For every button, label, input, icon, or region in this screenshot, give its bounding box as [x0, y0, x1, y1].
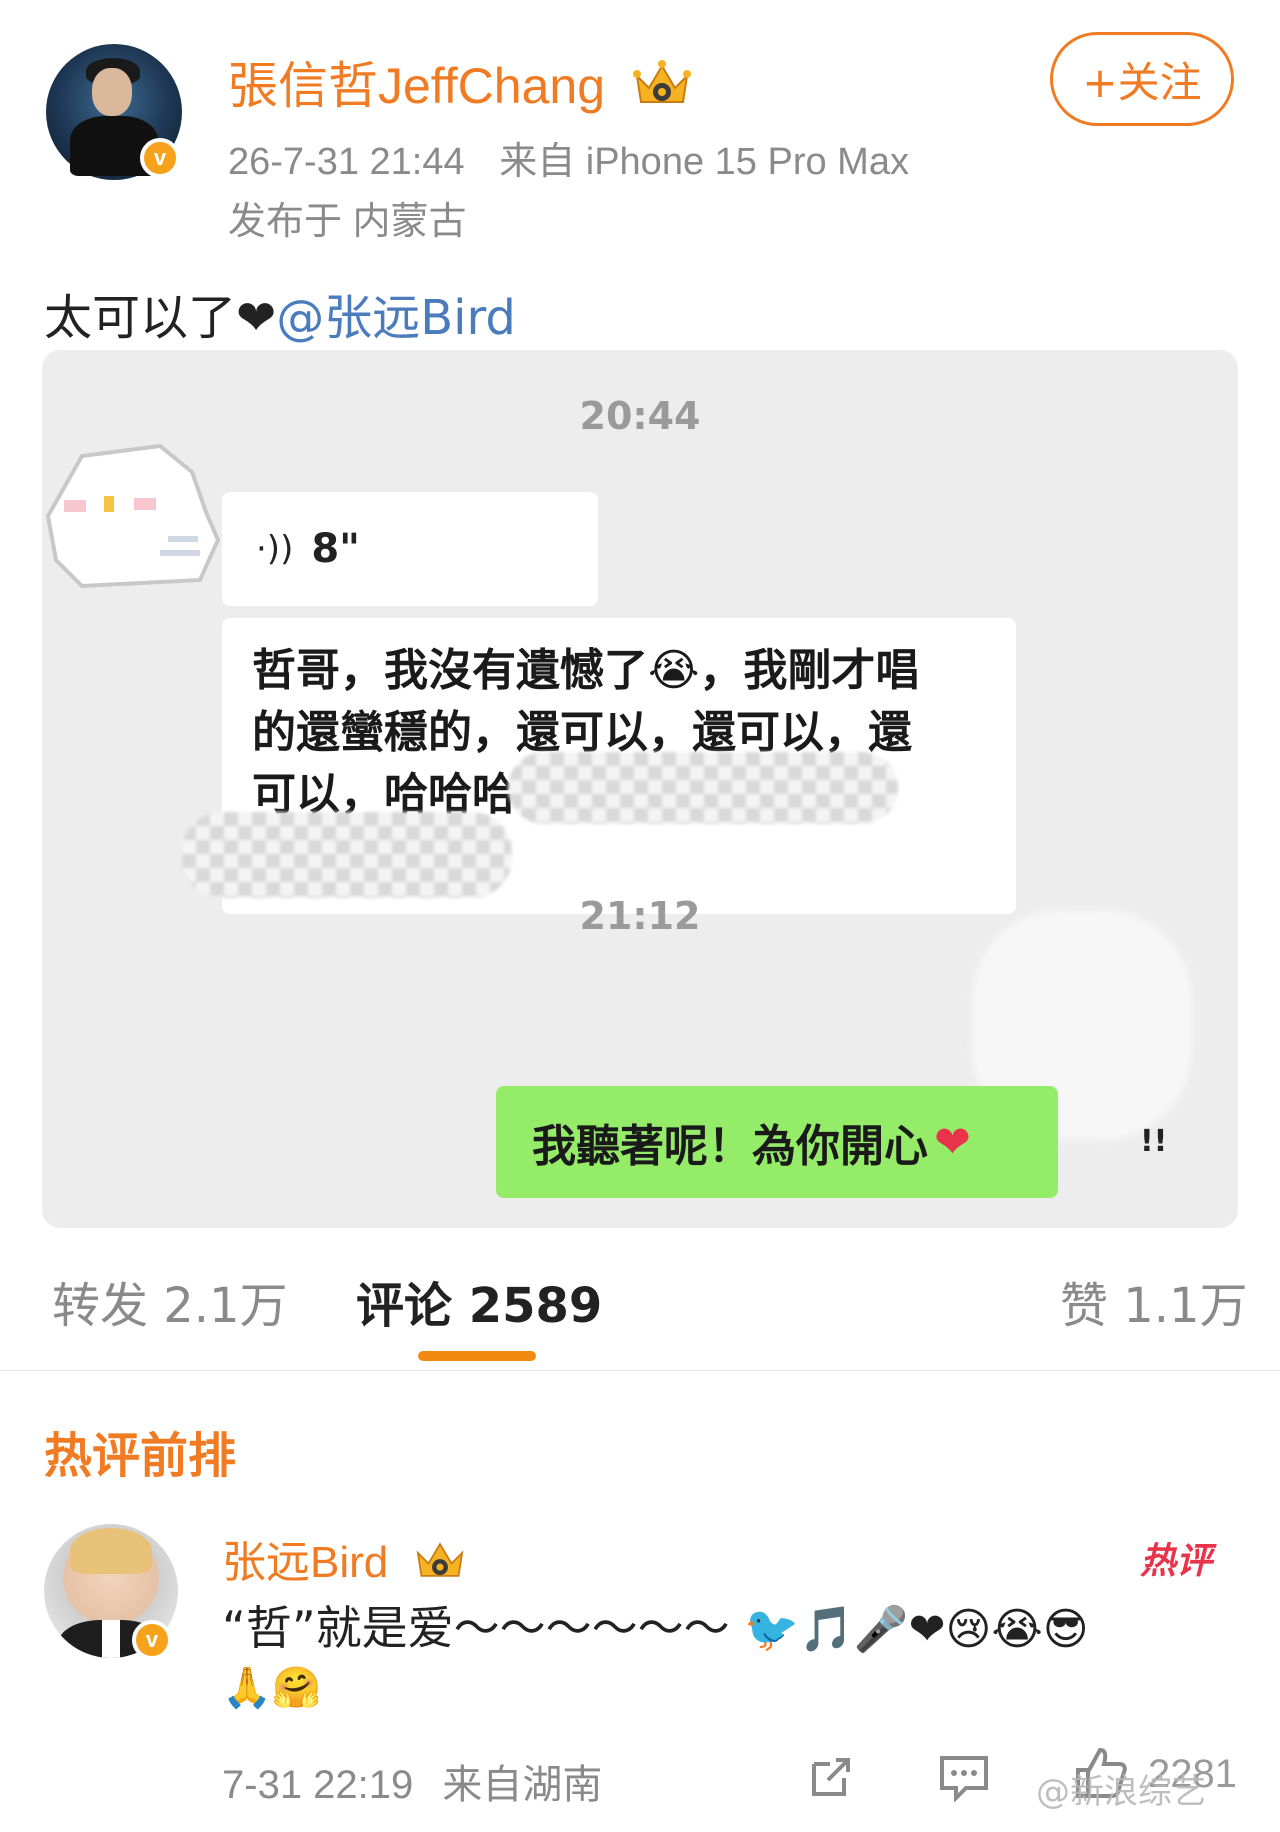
author-name[interactable]: 張信哲JeffChang	[228, 58, 605, 114]
hot-comment-tag: 热评	[1140, 1541, 1213, 1582]
post-location: 发布于 内蒙古	[228, 201, 467, 243]
tab-comments[interactable]: 评论 2589	[356, 1266, 602, 1336]
post-source: 来自 iPhone 15 Pro Max	[499, 141, 909, 183]
post-text: 太可以了❤@张远Bird	[44, 278, 516, 348]
avatar-shirt	[102, 1620, 120, 1658]
comment-time: 7-31 22:19	[222, 1763, 414, 1807]
post-text-body: 太可以了❤	[44, 290, 277, 346]
active-tab-indicator	[418, 1351, 536, 1361]
crown-icon	[412, 1537, 468, 1594]
hot-comments-heading: 热评前排	[44, 1428, 237, 1484]
heart-emoji: ❤	[934, 1116, 971, 1168]
crown-icon	[631, 58, 693, 122]
verified-badge-icon: v	[140, 138, 180, 178]
post-meta-row: 26-7-31 21:44 来自 iPhone 15 Pro Max	[228, 130, 909, 185]
voice-duration: 8"	[311, 526, 361, 572]
mosaic-redaction	[508, 752, 898, 824]
author-name-row[interactable]: 張信哲JeffChang	[228, 46, 693, 122]
pixel-bird-avatar	[42, 432, 232, 606]
tab-repost[interactable]: 转发 2.1万	[52, 1266, 288, 1336]
comment-emojis: 🐦🎵🎤❤😢😭😎	[744, 1604, 1089, 1655]
voice-icon: ·))	[256, 529, 294, 569]
tab-likes[interactable]: 赞 1.1万	[1060, 1266, 1248, 1336]
follow-button[interactable]: +关注	[1050, 32, 1234, 126]
comment-body: “哲”就是爱～～～～～～	[222, 1601, 730, 1655]
comment-icon[interactable]	[938, 1752, 990, 1806]
reply-bubble[interactable]: 我聽著呢！為你開心 ❤	[496, 1086, 1058, 1198]
comment-source: 来自湖南	[442, 1763, 603, 1807]
avatar-face	[92, 68, 132, 116]
voice-message-bubble[interactable]: ·)) 8"	[222, 492, 598, 606]
verified-badge-icon: v	[132, 1620, 172, 1660]
commenter-name-row[interactable]: 张远Bird	[222, 1526, 468, 1594]
mention-link[interactable]: @张远Bird	[276, 290, 516, 346]
avatar-hair	[70, 1528, 152, 1574]
chat-screenshot-image[interactable]: 20:44 ·)) 8" 哲哥，我沒有遺憾了😭，我剛才唱 的還蠻穩的，還可以，還…	[42, 350, 1238, 1228]
reply-text: 我聽著呢！為你開心	[532, 1121, 928, 1172]
divider	[0, 1370, 1280, 1371]
message-line-1: 哲哥，我沒有遺憾了😭，我剛才唱	[252, 645, 920, 696]
watermark: @新浪综艺	[1036, 1772, 1206, 1812]
share-icon[interactable]	[806, 1752, 856, 1806]
post-time: 26-7-31 21:44	[228, 141, 465, 183]
exclamation-mark: !!	[1140, 1124, 1168, 1159]
comment-meta: 7-31 22:19 来自湖南	[222, 1752, 602, 1810]
comment-text: “哲”就是爱～～～～～～ 🐦🎵🎤❤😢😭😎	[222, 1592, 1089, 1658]
commenter-name[interactable]: 张远Bird	[222, 1538, 388, 1587]
mosaic-redaction	[182, 812, 512, 898]
comment-emojis-line2: 🙏🤗	[222, 1665, 322, 1711]
